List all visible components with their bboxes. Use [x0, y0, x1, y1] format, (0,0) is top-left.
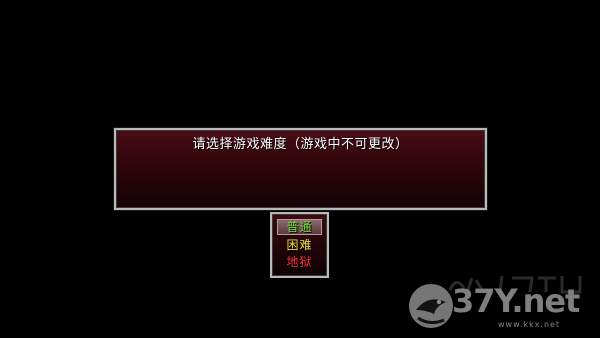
watermark-brand: 37Y.net	[452, 282, 580, 320]
bird-logo-icon	[409, 284, 453, 328]
difficulty-option-hell[interactable]: 地狱	[277, 254, 322, 270]
message-window: 请选择游戏难度（游戏中不可更改）	[114, 128, 487, 210]
difficulty-option-normal[interactable]: 普通	[277, 219, 322, 235]
watermark-url: www.kkx.net	[498, 320, 561, 329]
difficulty-option-hard[interactable]: 困难	[277, 237, 322, 253]
site-watermark: 37Y.net www.kkx.net	[406, 272, 596, 334]
difficulty-prompt: 请选择游戏难度（游戏中不可更改）	[192, 137, 409, 152]
difficulty-choice-window: 普通 困难 地狱	[270, 212, 329, 278]
game-screen: 请选择游戏难度（游戏中不可更改） 普通 困难 地狱 37Y.net www.kk…	[0, 0, 600, 338]
